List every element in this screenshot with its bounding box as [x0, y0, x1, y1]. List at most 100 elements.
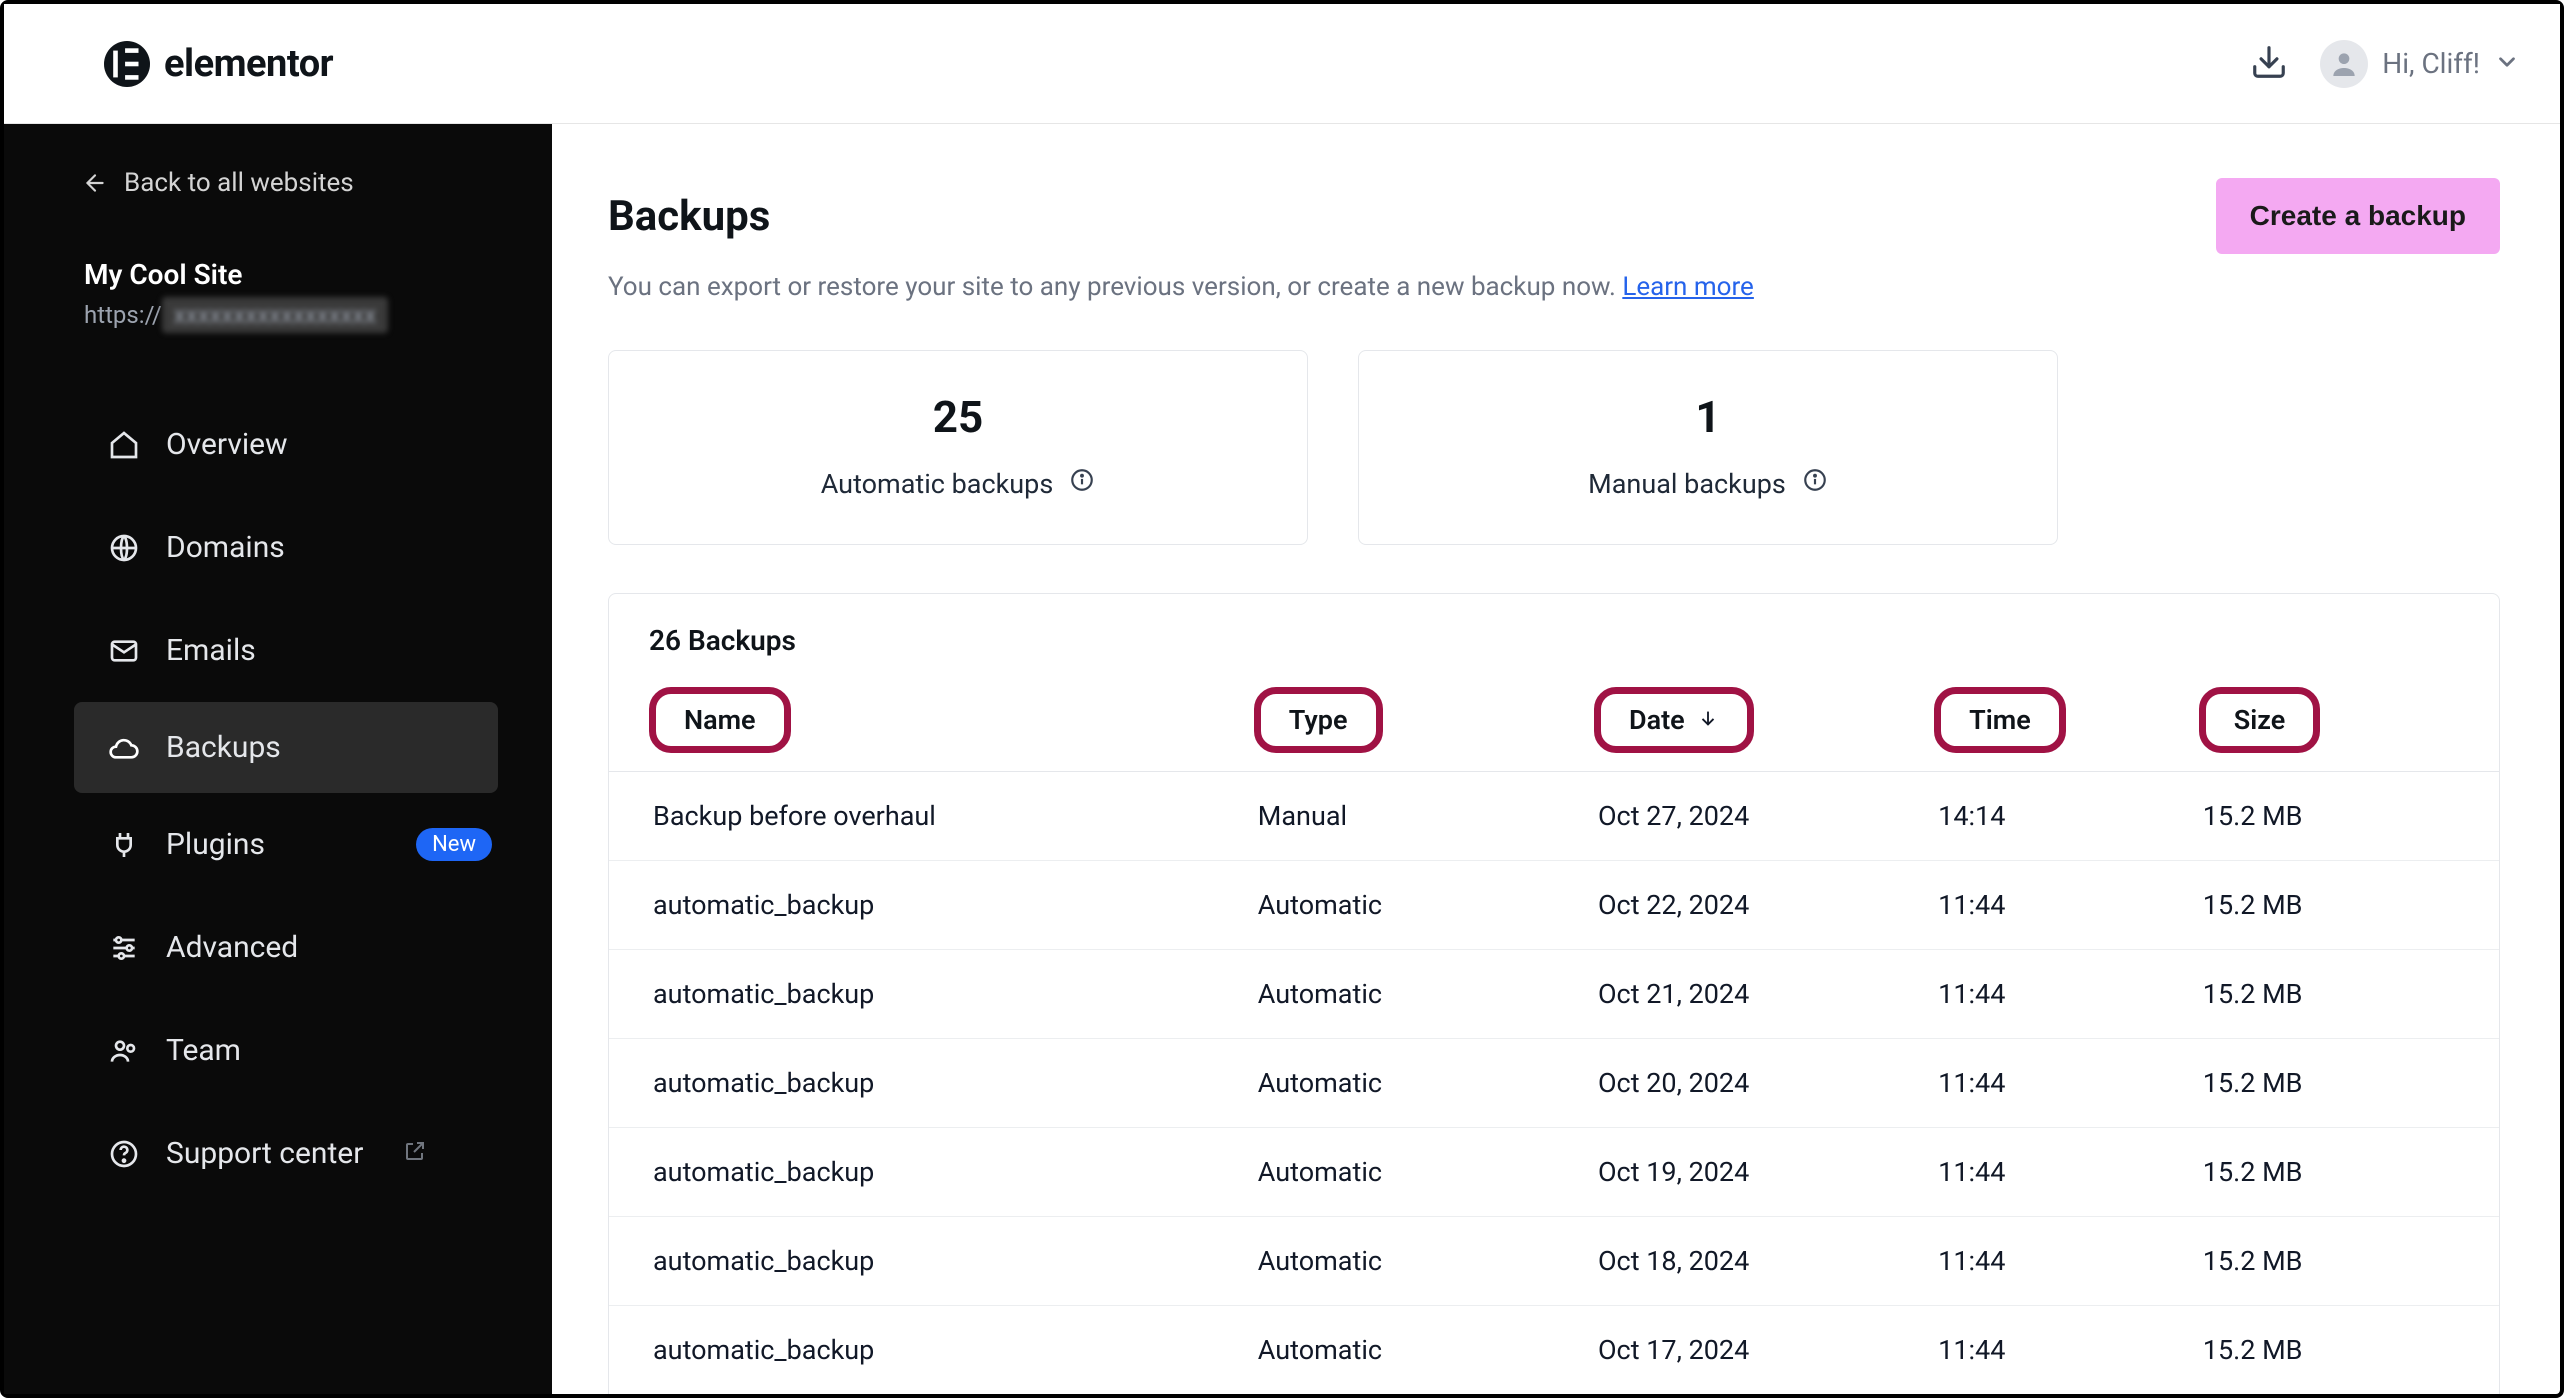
- table-header-row: Name Type Date Time Size: [609, 669, 2499, 772]
- external-link-icon: [403, 1136, 427, 1171]
- stat-card-manual: 1 Manual backups: [1358, 350, 2058, 545]
- page-subtitle: You can export or restore your site to a…: [608, 272, 2500, 302]
- create-backup-button[interactable]: Create a backup: [2216, 178, 2500, 254]
- table-count: 26 Backups: [609, 624, 2499, 669]
- cell-type: Automatic: [1214, 1217, 1554, 1306]
- sidebar-item-label: Team: [166, 1033, 241, 1068]
- sidebar-item-label: Backups: [166, 730, 281, 765]
- sidebar-item-backups[interactable]: Backups: [74, 702, 498, 793]
- brand-logo[interactable]: elementor: [104, 41, 333, 87]
- manual-count: 1: [1359, 391, 2057, 443]
- brand-badge-icon: [104, 41, 150, 87]
- cell-date: Oct 21, 2024: [1554, 950, 1894, 1039]
- sidebar-item-team[interactable]: Team: [4, 999, 552, 1102]
- user-menu[interactable]: Hi, Cliff!: [2320, 40, 2520, 88]
- sidebar-item-domains[interactable]: Domains: [4, 496, 552, 599]
- sidebar-item-label: Emails: [166, 633, 256, 668]
- col-header-type[interactable]: Type: [1214, 669, 1554, 772]
- sidebar-item-support[interactable]: Support center: [4, 1102, 552, 1205]
- site-url-redacted: xxxxxxxxxxxxxxxxx: [162, 297, 388, 333]
- cell-size: 15.2 MB: [2159, 950, 2499, 1039]
- sidebar-item-label: Overview: [166, 427, 288, 462]
- cell-name: automatic_backup: [609, 950, 1214, 1039]
- back-to-websites[interactable]: Back to all websites: [4, 168, 552, 198]
- arrow-left-icon: [82, 170, 108, 196]
- cell-time: 11:44: [1894, 1039, 2159, 1128]
- cell-time: 14:14: [1894, 772, 2159, 861]
- cell-type: Automatic: [1214, 1306, 1554, 1395]
- cloud-icon: [108, 732, 140, 764]
- cell-type: Automatic: [1214, 1128, 1554, 1217]
- back-label: Back to all websites: [124, 168, 354, 198]
- sidebar-nav: Overview Domains Emails Backups Plugins …: [4, 393, 552, 1205]
- site-url-prefix: https://: [84, 301, 162, 329]
- user-greeting: Hi, Cliff!: [2382, 47, 2480, 80]
- cell-size: 15.2 MB: [2159, 1217, 2499, 1306]
- cell-type: Automatic: [1214, 950, 1554, 1039]
- cell-date: Oct 19, 2024: [1554, 1128, 1894, 1217]
- table-row[interactable]: automatic_backupAutomaticOct 20, 202411:…: [609, 1039, 2499, 1128]
- topbar: elementor Hi, Cliff!: [4, 4, 2560, 124]
- main-content: Backups Create a backup You can export o…: [552, 124, 2560, 1394]
- cell-date: Oct 18, 2024: [1554, 1217, 1894, 1306]
- cell-date: Oct 27, 2024: [1554, 772, 1894, 861]
- cell-name: automatic_backup: [609, 861, 1214, 950]
- subtitle-text: You can export or restore your site to a…: [608, 272, 1622, 302]
- cell-name: Backup before overhaul: [609, 772, 1214, 861]
- chevron-down-icon: [2494, 49, 2520, 79]
- download-icon[interactable]: [2250, 43, 2288, 85]
- home-icon: [108, 429, 140, 461]
- sidebar-item-label: Advanced: [166, 930, 298, 965]
- cell-name: automatic_backup: [609, 1306, 1214, 1395]
- new-badge: New: [416, 828, 492, 861]
- sort-desc-icon: [1697, 704, 1719, 736]
- col-header-date[interactable]: Date: [1554, 669, 1894, 772]
- table-row[interactable]: automatic_backupAutomaticOct 19, 202411:…: [609, 1128, 2499, 1217]
- cell-size: 15.2 MB: [2159, 772, 2499, 861]
- cell-name: automatic_backup: [609, 1217, 1214, 1306]
- brand-name: elementor: [164, 42, 333, 86]
- site-name: My Cool Site: [84, 258, 552, 291]
- sidebar-item-overview[interactable]: Overview: [4, 393, 552, 496]
- plug-icon: [108, 829, 140, 861]
- cell-size: 15.2 MB: [2159, 1306, 2499, 1395]
- page-title: Backups: [608, 192, 770, 241]
- sliders-icon: [108, 932, 140, 964]
- cell-date: Oct 20, 2024: [1554, 1039, 1894, 1128]
- stat-card-automatic: 25 Automatic backups: [608, 350, 1308, 545]
- table-row[interactable]: Backup before overhaulManualOct 27, 2024…: [609, 772, 2499, 861]
- cell-size: 15.2 MB: [2159, 1039, 2499, 1128]
- cell-type: Manual: [1214, 772, 1554, 861]
- cell-name: automatic_backup: [609, 1039, 1214, 1128]
- automatic-label: Automatic backups: [821, 468, 1054, 500]
- sidebar-item-plugins[interactable]: Plugins New: [4, 793, 552, 896]
- cell-date: Oct 17, 2024: [1554, 1306, 1894, 1395]
- col-header-name[interactable]: Name: [609, 669, 1214, 772]
- col-header-time[interactable]: Time: [1894, 669, 2159, 772]
- table-row[interactable]: automatic_backupAutomaticOct 21, 202411:…: [609, 950, 2499, 1039]
- automatic-count: 25: [609, 391, 1307, 443]
- sidebar-item-label: Domains: [166, 530, 285, 565]
- cell-time: 11:44: [1894, 1217, 2159, 1306]
- cell-name: automatic_backup: [609, 1128, 1214, 1217]
- cell-type: Automatic: [1214, 861, 1554, 950]
- backups-table: 26 Backups Name Type Date Time Size Back…: [608, 593, 2500, 1394]
- cell-time: 11:44: [1894, 1128, 2159, 1217]
- cell-size: 15.2 MB: [2159, 1128, 2499, 1217]
- table-row[interactable]: automatic_backupAutomaticOct 18, 202411:…: [609, 1217, 2499, 1306]
- col-header-size[interactable]: Size: [2159, 669, 2499, 772]
- sidebar-item-emails[interactable]: Emails: [4, 599, 552, 702]
- sidebar: Back to all websites My Cool Site https:…: [4, 124, 552, 1394]
- cell-time: 11:44: [1894, 950, 2159, 1039]
- sidebar-item-advanced[interactable]: Advanced: [4, 896, 552, 999]
- cell-size: 15.2 MB: [2159, 861, 2499, 950]
- cell-date: Oct 22, 2024: [1554, 861, 1894, 950]
- info-icon[interactable]: [1069, 467, 1095, 500]
- info-icon[interactable]: [1802, 467, 1828, 500]
- table-row[interactable]: automatic_backupAutomaticOct 17, 202411:…: [609, 1306, 2499, 1395]
- cell-time: 11:44: [1894, 861, 2159, 950]
- mail-icon: [108, 635, 140, 667]
- table-row[interactable]: automatic_backupAutomaticOct 22, 202411:…: [609, 861, 2499, 950]
- cell-time: 11:44: [1894, 1306, 2159, 1395]
- learn-more-link[interactable]: Learn more: [1622, 272, 1754, 302]
